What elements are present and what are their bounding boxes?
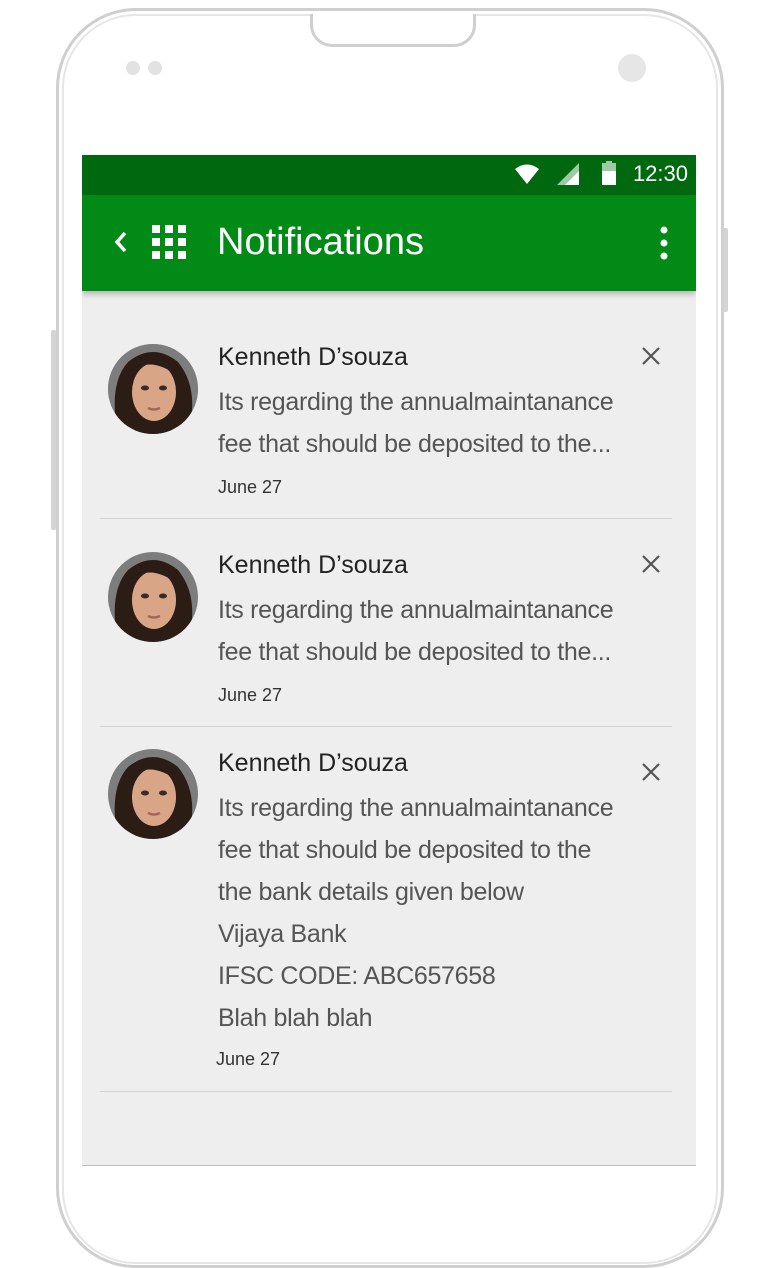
message-line: fee that should be deposited to the — [218, 836, 592, 864]
notification-message: Its regarding the annualmaintanance fee … — [218, 589, 614, 673]
close-icon[interactable] — [640, 345, 662, 367]
phone-sensor — [126, 61, 140, 75]
apps-grid-icon[interactable] — [152, 225, 186, 259]
signal-icon — [557, 163, 579, 185]
phone-sensor — [148, 61, 162, 75]
app-bar: Notifications — [82, 195, 696, 291]
sender-name: Kenneth D’souza — [218, 551, 408, 579]
notification-date: June 27 — [216, 1049, 281, 1069]
notification-list: Kenneth D’souza Its regarding the annual… — [82, 325, 696, 1092]
sender-name: Kenneth D’souza — [218, 749, 408, 777]
message-line: Its regarding the annualmaintanance — [218, 596, 614, 624]
screen: 12:30 Notifications Kenneth D’souza Its … — [82, 155, 696, 1166]
page-title: Notifications — [217, 221, 424, 263]
notification-date: June 27 — [218, 685, 283, 705]
avatar — [108, 344, 198, 434]
message-line: Its regarding the annualmaintanance — [218, 794, 614, 822]
wifi-icon — [515, 164, 539, 184]
notification-item[interactable]: Kenneth D’souza Its regarding the annual… — [100, 519, 672, 727]
message-line: the bank details given below — [218, 878, 524, 906]
chevron-left-icon[interactable] — [110, 227, 136, 257]
close-icon[interactable] — [640, 553, 662, 575]
notification-item[interactable]: Kenneth D’souza Its regarding the annual… — [100, 325, 672, 519]
close-icon[interactable] — [640, 761, 662, 783]
status-bar: 12:30 — [82, 155, 696, 195]
message-line: Blah blah blah — [218, 1004, 373, 1032]
message-line: IFSC CODE: ABC657658 — [218, 962, 496, 990]
sender-name: Kenneth D’souza — [218, 343, 408, 371]
notification-message: Its regarding the annualmaintanance fee … — [218, 381, 614, 465]
battery-icon — [602, 161, 616, 185]
avatar — [108, 749, 198, 839]
message-line: Its regarding the annualmaintanance — [218, 388, 614, 416]
phone-camera — [618, 54, 646, 82]
more-vert-icon[interactable] — [654, 225, 674, 261]
notification-date: June 27 — [218, 477, 283, 497]
message-line: Vijaya Bank — [218, 920, 347, 948]
status-time: 12:30 — [632, 161, 688, 186]
phone-speaker — [310, 14, 476, 47]
notification-item[interactable]: Kenneth D’souza Its regarding the annual… — [100, 727, 672, 1092]
avatar — [108, 552, 198, 642]
message-line: fee that should be deposited to the... — [218, 638, 612, 666]
message-line: fee that should be deposited to the... — [218, 430, 612, 458]
volume-button — [723, 228, 728, 312]
power-button — [51, 330, 56, 530]
notification-message: Its regarding the annualmaintanance fee … — [218, 787, 614, 1039]
